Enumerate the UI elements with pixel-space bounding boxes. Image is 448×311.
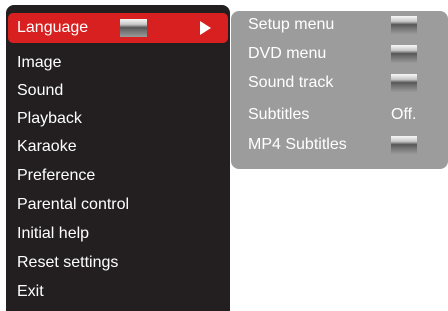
submenu-item-setup-menu[interactable]: Setup menu xyxy=(231,11,448,39)
menu-item-label: Image xyxy=(17,54,62,71)
menu-item-reset-settings[interactable]: Reset settings xyxy=(6,249,230,277)
value-swatch xyxy=(391,16,417,34)
menu-item-playback[interactable]: Playback xyxy=(6,105,230,133)
submenu-item-dvd-menu[interactable]: DVD menu xyxy=(231,40,448,68)
menu-item-initial-help[interactable]: Initial help xyxy=(6,220,230,248)
menu-item-label: Parental control xyxy=(17,196,130,213)
main-menu: Language Image Sound Playback Karaoke Pr… xyxy=(6,5,230,311)
triangle-right-icon xyxy=(200,21,211,35)
menu-item-label: Language xyxy=(17,19,89,36)
value-swatch xyxy=(391,136,417,154)
menu-item-label: Sound xyxy=(17,82,64,99)
value-swatch xyxy=(391,74,417,92)
menu-item-parental-control[interactable]: Parental control xyxy=(6,191,230,219)
submenu-item-sound-track[interactable]: Sound track xyxy=(231,69,448,97)
menu-item-label: Reset settings xyxy=(17,254,119,271)
menu-item-language[interactable]: Language xyxy=(8,13,228,43)
submenu-item-label: Setup menu xyxy=(248,16,335,33)
submenu-item-label: DVD menu xyxy=(248,45,327,62)
value-swatch xyxy=(120,19,147,37)
subtitles-value: Off. xyxy=(391,106,417,123)
menu-item-label: Playback xyxy=(17,110,82,127)
submenu-item-label: Sound track xyxy=(248,74,334,91)
submenu-item-mp4-subtitles[interactable]: MP4 Subtitles xyxy=(231,131,448,159)
menu-item-exit[interactable]: Exit xyxy=(6,278,230,306)
menu-item-sound[interactable]: Sound xyxy=(6,77,230,105)
menu-item-preference[interactable]: Preference xyxy=(6,162,230,190)
menu-item-label: Karaoke xyxy=(17,138,77,155)
menu-item-label: Preference xyxy=(17,167,96,184)
menu-item-label: Initial help xyxy=(17,225,90,242)
value-swatch xyxy=(391,45,417,63)
menu-item-karaoke[interactable]: Karaoke xyxy=(6,133,230,161)
submenu-item-label: Subtitles xyxy=(248,106,310,123)
menu-item-image[interactable]: Image xyxy=(6,49,230,77)
submenu-item-label: MP4 Subtitles xyxy=(248,136,347,153)
language-submenu: Setup menu DVD menu Sound track Subtitle… xyxy=(231,11,448,169)
menu-item-label: Exit xyxy=(17,283,44,300)
submenu-item-subtitles[interactable]: Subtitles Off. xyxy=(231,101,448,129)
